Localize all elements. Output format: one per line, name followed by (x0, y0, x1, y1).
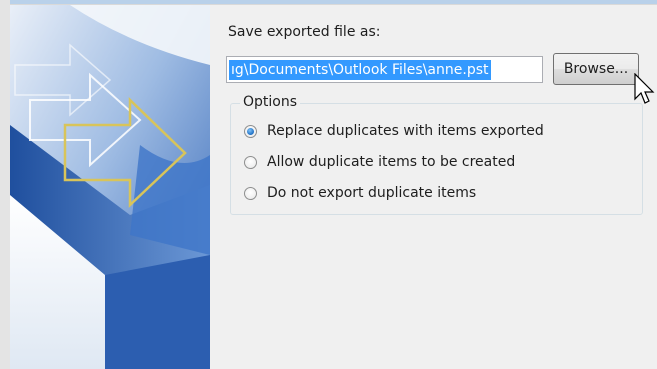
radio-button-selected[interactable] (244, 124, 257, 138)
options-legend: Options (240, 94, 301, 110)
radio-label: Do not export duplicate items (267, 185, 477, 201)
radio-button[interactable] (244, 186, 257, 200)
browse-button[interactable]: Browse... (553, 53, 639, 85)
wizard-banner-graphic (10, 5, 210, 369)
radio-do-not-export-duplicates[interactable]: Do not export duplicate items (244, 182, 476, 204)
radio-label: Replace duplicates with items exported (267, 123, 544, 139)
arrow-banner-image (10, 5, 210, 369)
radio-replace-duplicates[interactable]: Replace duplicates with items exported (244, 120, 544, 142)
file-path-value: ıg\Documents\Outlook Files\anne.pst (229, 60, 491, 80)
radio-button[interactable] (244, 155, 257, 169)
radio-label: Allow duplicate items to be created (267, 154, 516, 170)
save-as-label: Save exported file as: (228, 24, 381, 40)
window-left-frame (0, 0, 10, 369)
export-dialog: Save exported file as: ıg\Documents\Outl… (0, 0, 657, 369)
radio-allow-duplicates[interactable]: Allow duplicate items to be created (244, 151, 515, 173)
file-path-input[interactable]: ıg\Documents\Outlook Files\anne.pst (226, 56, 543, 83)
